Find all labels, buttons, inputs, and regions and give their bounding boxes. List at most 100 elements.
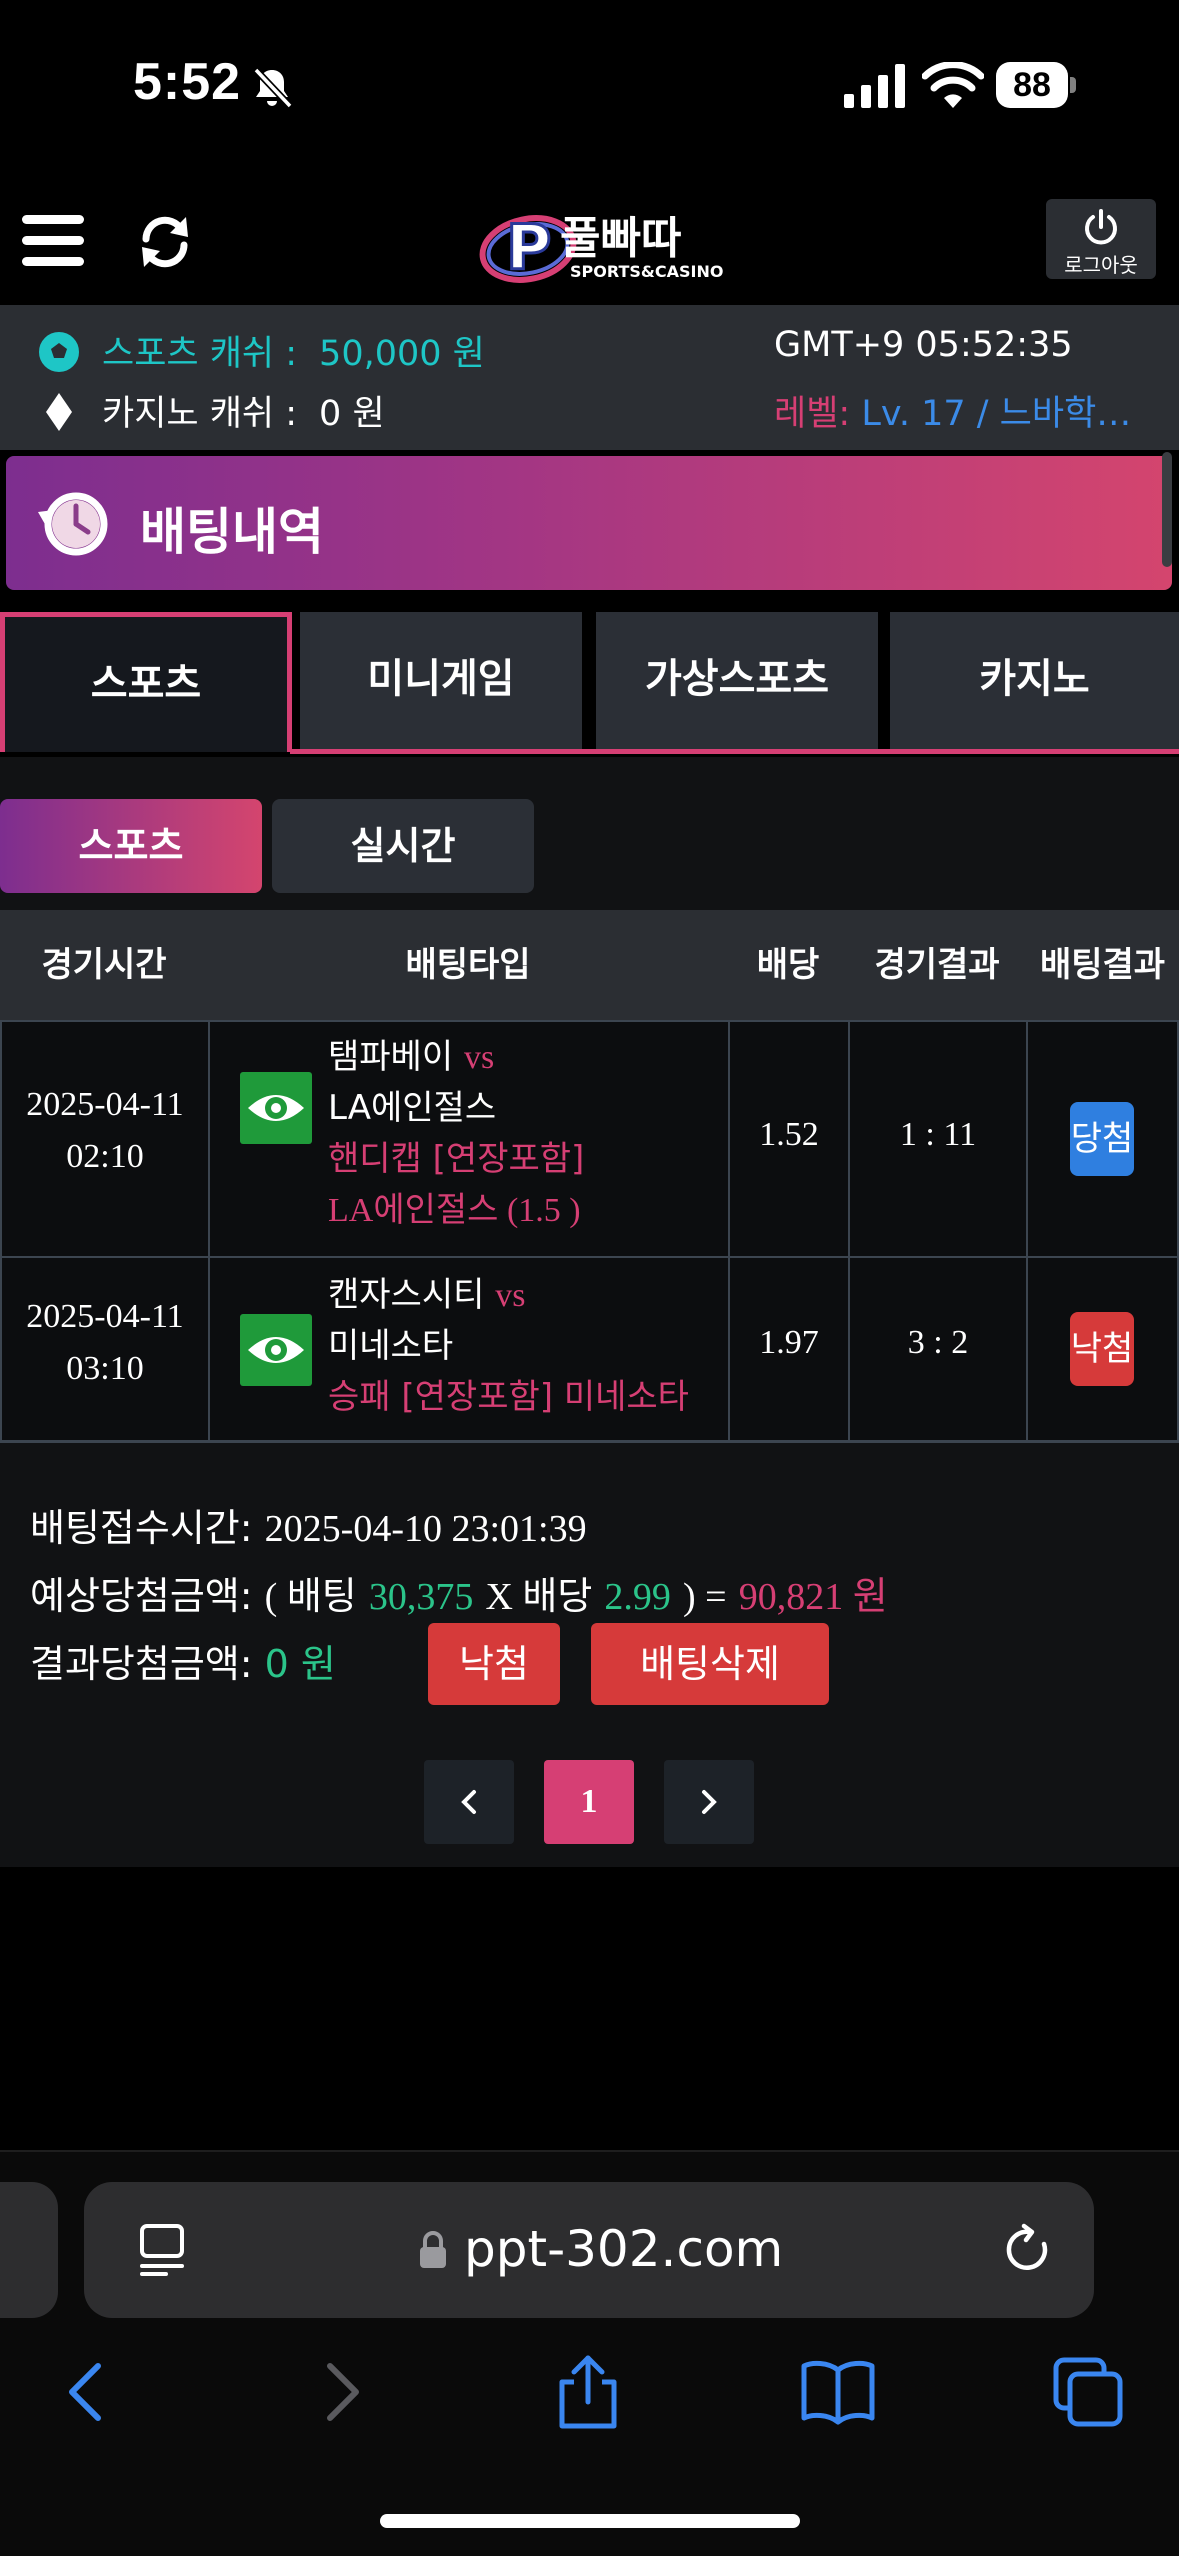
result-label: 결과당첨금액: — [30, 1642, 253, 1686]
accept-time-value: 2025-04-10 23:01:39 — [264, 1508, 587, 1550]
expected-amount: 90,821 원 — [738, 1576, 888, 1618]
tab-sports[interactable]: 스포츠 — [0, 612, 292, 752]
page-title-banner: 배팅내역 — [6, 456, 1172, 590]
subtab-sports[interactable]: 스포츠 — [0, 799, 262, 893]
header-bet-result: 배팅결과 — [1039, 945, 1166, 985]
eye-icon[interactable] — [240, 1314, 312, 1386]
address-bar[interactable]: ppt-302.com — [84, 2182, 1094, 2318]
table-row: 2025-04-11 02:10 탬파베이 vs LA에인절스 핸디캡 [연장포… — [0, 1020, 1179, 1256]
cell-game-time: 2025-04-11 03:10 — [0, 1258, 208, 1442]
away-team: 미네소타 — [328, 1326, 454, 1366]
expected-open: ( 배팅 — [264, 1576, 357, 1618]
forward-arrow-icon[interactable] — [300, 2352, 380, 2432]
sports-cash-label: 스포츠 캐쉬 : — [102, 334, 298, 374]
previous-tab-peek[interactable] — [0, 2182, 58, 2318]
result-badge-lose: 낙첨 — [1070, 1312, 1134, 1386]
tab-underline — [290, 749, 1179, 754]
bet-market: 승패 [연장포함] 미네소타 — [328, 1377, 689, 1417]
result-amount: 0 원 — [264, 1642, 336, 1686]
logout-button[interactable]: 로그아웃 — [1046, 199, 1156, 279]
cell-odds: 1.97 — [728, 1258, 848, 1442]
casino-cash-value: 0 원 — [319, 394, 385, 434]
header-game-result: 경기결과 — [874, 945, 1000, 985]
header-bet-type: 배팅타입 — [405, 945, 531, 985]
accept-time-label: 배팅접수시간: — [30, 1506, 253, 1550]
header-odds: 배당 — [756, 945, 820, 985]
reload-icon[interactable] — [1000, 2222, 1056, 2278]
cell-bet-type: 캔자스시티 vs 미네소타 승패 [연장포함] 미네소타 — [208, 1258, 728, 1442]
cell-bet-result: 낙첨 — [1026, 1258, 1179, 1442]
tabs-overview-icon[interactable] — [1048, 2352, 1128, 2432]
delete-bet-button[interactable]: 배팅삭제 — [591, 1623, 829, 1705]
reader-page-icon[interactable] — [136, 2222, 188, 2278]
scrollbar[interactable] — [1162, 452, 1172, 567]
result-badge-win: 당첨 — [1070, 1102, 1134, 1176]
table-header: 경기시간 배팅타입 배당 경기결과 배팅결과 — [0, 910, 1179, 1020]
sports-cash-value: 50,000 원 — [319, 334, 485, 374]
logout-label: 로그아웃 — [1064, 253, 1138, 277]
bet-status-button[interactable]: 낙첨 — [428, 1623, 560, 1705]
table-bottom-border — [0, 1440, 1179, 1443]
tab-casino[interactable]: 카지노 — [890, 612, 1179, 752]
eye-icon[interactable] — [240, 1072, 312, 1144]
row-time: 02:10 — [66, 1138, 144, 1175]
expected-label: 예상당첨금액: — [30, 1574, 253, 1618]
refresh-icon[interactable] — [136, 213, 194, 271]
row-odds: 1.97 — [759, 1324, 819, 1361]
away-team: LA에인절스 — [328, 1088, 497, 1128]
bell-slash-icon — [253, 67, 293, 109]
bet-amount: 30,375 — [368, 1576, 474, 1618]
chevron-left-icon — [461, 1790, 476, 1814]
match-line-1: 캔자스시티 vs — [328, 1270, 525, 1321]
page-number-current[interactable]: 1 — [544, 1760, 634, 1844]
subtab-live[interactable]: 실시간 — [272, 799, 534, 893]
next-page-button[interactable] — [664, 1760, 754, 1844]
back-arrow-icon[interactable] — [48, 2352, 128, 2432]
battery-indicator: 88 — [996, 62, 1076, 108]
menu-bar — [22, 257, 84, 266]
match-line-1: 탬파베이 vs — [328, 1032, 494, 1083]
row-date: 2025-04-11 — [26, 1298, 184, 1335]
total-odds: 2.99 — [604, 1576, 671, 1618]
menu-bar — [22, 236, 84, 245]
sports-cash-row: 스포츠 캐쉬 : 50,000 원 — [38, 325, 485, 376]
level-label: 레벨: — [774, 394, 851, 434]
cellular-signal-icon — [844, 64, 905, 108]
url-text: ppt-302.com — [464, 2220, 784, 2278]
category-tabs: 스포츠 미니게임 가상스포츠 카지노 — [0, 612, 1179, 757]
cell-odds: 1.52 — [728, 1022, 848, 1256]
bookmarks-book-icon[interactable] — [798, 2352, 878, 2432]
row-score: 1 : 11 — [899, 1116, 977, 1153]
row-score: 3 : 2 — [907, 1324, 969, 1361]
bet-pick: LA에인절스 (1.5 ) — [328, 1192, 581, 1229]
browser-toolbar: ppt-302.com — [0, 2150, 1179, 2556]
expected-amount-line: 예상당첨금액: ( 배팅 30,375 X 배당 2.99 ) = 90,821… — [30, 1565, 888, 1620]
row-date: 2025-04-11 — [26, 1086, 184, 1123]
logo-subtext: SPORTS&CASINO — [570, 262, 723, 281]
prev-page-button[interactable] — [424, 1760, 514, 1844]
cell-game-result: 1 : 11 — [848, 1022, 1026, 1256]
tab-minigame[interactable]: 미니게임 — [300, 612, 582, 752]
menu-button[interactable] — [22, 215, 84, 267]
svg-text:P: P — [506, 211, 551, 284]
betting-history-panel: 스포츠 실시간 경기시간 배팅타입 배당 경기결과 배팅결과 2025-04-1… — [0, 757, 1179, 1867]
table-row: 2025-04-11 03:10 캔자스시티 vs 미네소타 승패 [연장포함]… — [0, 1256, 1179, 1442]
cell-bet-result: 당첨 — [1026, 1022, 1179, 1256]
accept-time-line: 배팅접수시간: 2025-04-10 23:01:39 — [30, 1497, 587, 1552]
home-team: 캔자스시티 — [328, 1275, 485, 1315]
home-indicator — [380, 2514, 800, 2528]
server-time: GMT+9 05:52:35 — [774, 325, 1073, 365]
battery-level: 88 — [996, 62, 1068, 108]
account-info-bar: 스포츠 캐쉬 : 50,000 원 카지노 캐쉬 : 0 원 GMT+9 05:52… — [0, 305, 1179, 450]
times-label: X 배당 — [485, 1576, 593, 1618]
site-logo[interactable]: P 풀빠따 SPORTS&CASINO — [478, 197, 738, 287]
share-icon[interactable] — [548, 2352, 628, 2432]
site-header: P 풀빠따 SPORTS&CASINO 로그아웃 — [0, 175, 1179, 305]
chevron-right-icon — [702, 1790, 717, 1814]
casino-cash-row: 카지노 캐쉬 : 0 원 — [38, 385, 385, 436]
row-odds: 1.52 — [759, 1116, 819, 1153]
casino-cash-label: 카지노 캐쉬 : — [102, 394, 298, 434]
tab-virtual-sports[interactable]: 가상스포츠 — [596, 612, 878, 752]
diamond-icon — [46, 393, 72, 431]
menu-bar — [22, 215, 84, 224]
